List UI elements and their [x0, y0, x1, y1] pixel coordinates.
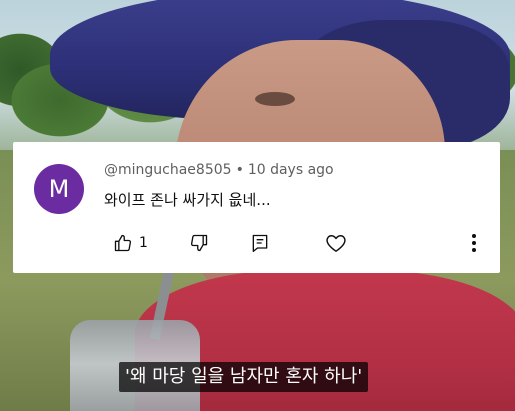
heart-button[interactable]: [325, 232, 347, 254]
reply-icon: [250, 233, 270, 253]
video-subtitle: '왜 마당 일을 남자만 혼자 하나': [119, 362, 369, 392]
dislike-button[interactable]: [189, 232, 209, 254]
meta-separator: •: [235, 162, 244, 178]
reply-button[interactable]: [250, 232, 270, 254]
more-vert-icon: [471, 233, 477, 253]
like-count: 1: [139, 235, 148, 251]
person-eye: [255, 92, 295, 106]
comment-text: 와이프 존나 싸가지 읎네...: [104, 191, 271, 209]
more-options-button[interactable]: [471, 232, 477, 254]
comment-username[interactable]: @minguchae8505: [104, 162, 232, 178]
thumbs-down-icon: [189, 233, 209, 253]
comment-time: 10 days ago: [247, 162, 334, 178]
like-button[interactable]: 1: [113, 232, 148, 254]
avatar[interactable]: M: [34, 164, 84, 214]
heart-icon: [325, 233, 347, 253]
thumbs-up-icon: [113, 233, 133, 253]
comment-meta: @minguchae8505 • 10 days ago: [104, 162, 334, 178]
comment-card: M @minguchae8505 • 10 days ago 와이프 존나 싸가지 …: [13, 142, 500, 273]
